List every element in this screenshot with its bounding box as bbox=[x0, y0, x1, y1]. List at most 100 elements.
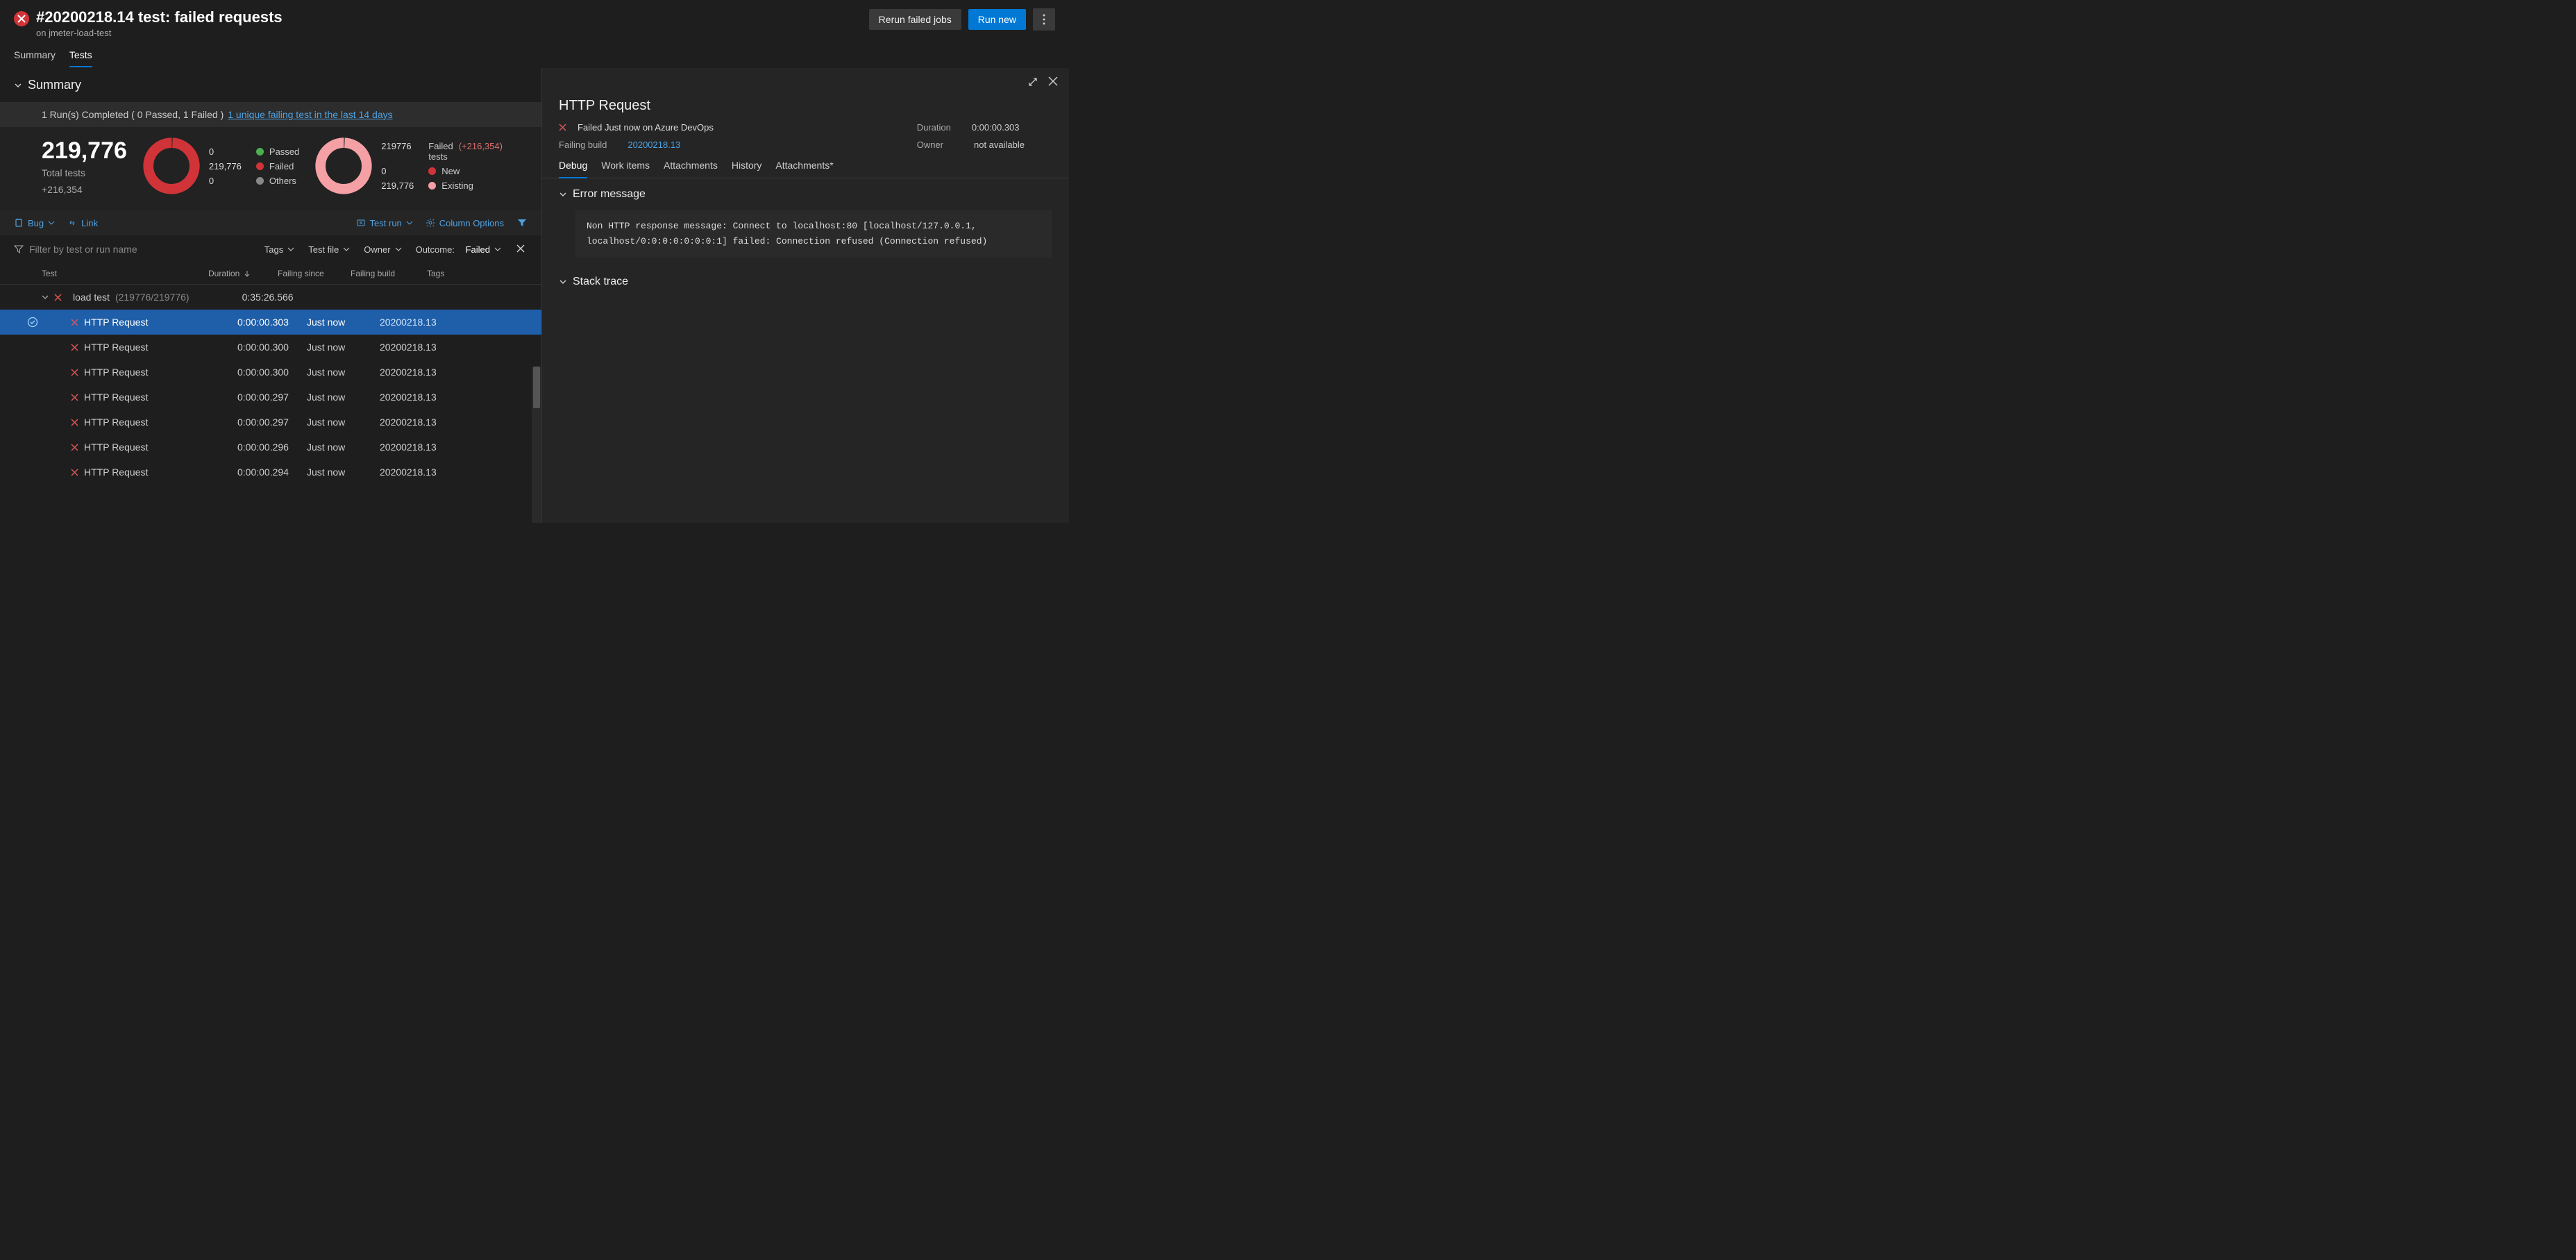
col-duration[interactable]: Duration bbox=[208, 269, 278, 278]
test-duration: 0:00:00.297 bbox=[237, 417, 307, 428]
table-row[interactable]: HTTP Request0:00:00.300Just now20200218.… bbox=[0, 335, 541, 360]
filter-tags[interactable]: Tags bbox=[263, 242, 296, 258]
detail-title: HTTP Request bbox=[542, 98, 1069, 122]
link-button[interactable]: Link bbox=[67, 218, 98, 228]
link-icon bbox=[67, 218, 77, 228]
total-tests-value: 219,776 bbox=[42, 137, 127, 165]
summary-section-header[interactable]: Summary bbox=[0, 68, 541, 102]
test-failing-since: Just now bbox=[307, 367, 380, 378]
error-message-header[interactable]: Error message bbox=[542, 178, 1069, 210]
detail-status: Failed Just now on Azure DevOps bbox=[578, 122, 714, 133]
stack-trace-header[interactable]: Stack trace bbox=[542, 266, 1069, 298]
test-duration: 0:00:00.300 bbox=[237, 342, 307, 353]
test-duration: 0:00:00.297 bbox=[237, 392, 307, 403]
table-row[interactable]: HTTP Request0:00:00.300Just now20200218.… bbox=[0, 360, 541, 385]
fail-x-icon bbox=[71, 394, 78, 401]
failed-head-label: Failed bbox=[428, 141, 453, 151]
table-row[interactable]: HTTP Request0:00:00.297Just now20200218.… bbox=[0, 385, 541, 410]
column-options-button[interactable]: Column Options bbox=[426, 218, 504, 228]
scrollbar-thumb[interactable] bbox=[533, 367, 540, 408]
filter-testfile[interactable]: Test file bbox=[307, 242, 351, 258]
legend-passed-label: Passed bbox=[269, 146, 299, 157]
fail-x-icon bbox=[71, 344, 78, 351]
owner-label: Owner bbox=[917, 140, 943, 150]
total-tests-delta: +216,354 bbox=[42, 184, 127, 195]
group-duration: 0:35:26.566 bbox=[242, 292, 294, 303]
build-text: 20200218.13 bbox=[380, 392, 437, 403]
fail-x-icon bbox=[559, 124, 566, 131]
fail-x-icon bbox=[71, 444, 78, 451]
col-failing-since[interactable]: Failing since bbox=[278, 269, 351, 278]
chevron-down-icon bbox=[48, 219, 55, 226]
status-fail-icon bbox=[14, 11, 29, 26]
summary-heading: Summary bbox=[28, 78, 81, 92]
expand-icon[interactable] bbox=[1027, 76, 1038, 90]
detail-tab-history[interactable]: History bbox=[732, 156, 762, 178]
clear-filters-icon[interactable] bbox=[514, 241, 528, 258]
col-test[interactable]: Test bbox=[42, 269, 208, 278]
test-name: HTTP Request bbox=[84, 442, 148, 453]
legend-others-count: 0 bbox=[209, 176, 251, 186]
tab-summary[interactable]: Summary bbox=[14, 45, 56, 67]
test-run-icon bbox=[356, 218, 366, 228]
failing-build-link[interactable]: 20200218.13 bbox=[628, 140, 680, 150]
chevron-down-icon bbox=[42, 294, 49, 301]
test-name: HTTP Request bbox=[84, 342, 148, 353]
test-name: HTTP Request bbox=[84, 317, 148, 328]
table-row[interactable]: HTTP Request0:00:00.294Just now20200218.… bbox=[0, 460, 541, 485]
failed-head-count: 219776 bbox=[381, 141, 423, 151]
failing-build-label: Failing build bbox=[559, 140, 607, 150]
detail-tab-attachments[interactable]: Attachments bbox=[664, 156, 718, 178]
legend-new-label: New bbox=[441, 166, 460, 176]
filter-toggle-icon[interactable] bbox=[516, 217, 528, 228]
fail-x-icon bbox=[71, 319, 78, 326]
detail-tab-attachments-[interactable]: Attachments* bbox=[775, 156, 833, 178]
test-failing-since: Just now bbox=[307, 342, 380, 353]
table-row[interactable]: HTTP Request0:00:00.297Just now20200218.… bbox=[0, 410, 541, 435]
detail-tab-debug[interactable]: Debug bbox=[559, 156, 587, 178]
failed-sub-label: tests bbox=[428, 151, 447, 162]
build-text: 20200218.13 bbox=[380, 417, 437, 428]
filter-owner[interactable]: Owner bbox=[362, 242, 403, 258]
legend-existing-count: 219,776 bbox=[381, 180, 423, 191]
chevron-down-icon bbox=[494, 246, 501, 253]
chevron-down-icon bbox=[406, 219, 413, 226]
filter-input[interactable] bbox=[29, 244, 203, 255]
bug-button[interactable]: Bug bbox=[14, 218, 55, 228]
close-icon[interactable] bbox=[1048, 76, 1058, 90]
filter-icon bbox=[14, 244, 24, 254]
build-link[interactable]: 20200218.13 bbox=[380, 317, 437, 328]
build-text: 20200218.13 bbox=[380, 442, 437, 453]
test-group-row[interactable]: load test (219776/219776) 0:35:26.566 bbox=[0, 285, 541, 310]
build-text: 20200218.13 bbox=[380, 467, 437, 478]
test-name: HTTP Request bbox=[84, 367, 148, 378]
table-row[interactable]: HTTP Request0:00:00.303Just now20200218.… bbox=[0, 310, 541, 335]
error-message-body: Non HTTP response message: Connect to lo… bbox=[575, 210, 1052, 258]
fail-x-icon bbox=[71, 369, 78, 376]
tab-tests[interactable]: Tests bbox=[69, 45, 92, 67]
scrollbar[interactable] bbox=[532, 367, 541, 523]
failed-donut-chart bbox=[313, 135, 374, 196]
legend-failed-label: Failed bbox=[269, 161, 294, 171]
testrun-button[interactable]: Test run bbox=[356, 218, 413, 228]
filter-outcome[interactable]: Outcome: Failed bbox=[414, 242, 503, 258]
row-check-icon[interactable] bbox=[24, 317, 42, 328]
page-title: #20200218.14 test: failed requests bbox=[36, 8, 283, 26]
chevron-down-icon bbox=[343, 246, 350, 253]
detail-tab-work-items[interactable]: Work items bbox=[601, 156, 650, 178]
chevron-down-icon bbox=[14, 81, 22, 90]
col-failing-build[interactable]: Failing build bbox=[351, 269, 427, 278]
test-duration: 0:00:00.294 bbox=[237, 467, 307, 478]
outcome-donut-chart bbox=[141, 135, 202, 196]
rerun-failed-button[interactable]: Rerun failed jobs bbox=[869, 9, 961, 30]
dot-green-icon bbox=[256, 148, 264, 156]
run-new-button[interactable]: Run new bbox=[968, 9, 1026, 30]
more-actions-icon[interactable] bbox=[1033, 8, 1055, 31]
test-duration: 0:00:00.303 bbox=[237, 317, 307, 328]
table-row[interactable]: HTTP Request0:00:00.296Just now20200218.… bbox=[0, 435, 541, 460]
fail-x-icon bbox=[71, 469, 78, 476]
unique-failing-link[interactable]: 1 unique failing test in the last 14 day… bbox=[228, 109, 392, 120]
duration-value: 0:00:00.303 bbox=[972, 122, 1020, 133]
col-tags[interactable]: Tags bbox=[427, 269, 482, 278]
fail-x-icon bbox=[71, 419, 78, 426]
